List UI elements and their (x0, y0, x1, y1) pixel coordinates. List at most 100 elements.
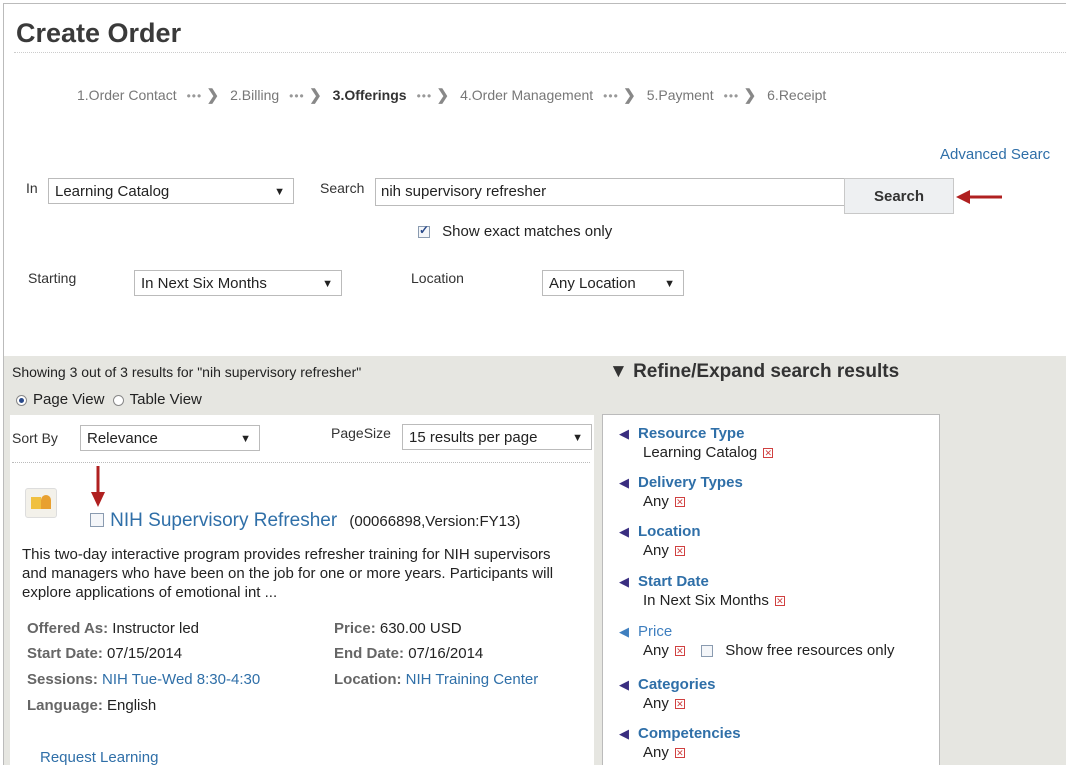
remove-icon[interactable]: ✕ (763, 448, 774, 459)
step-order-contact[interactable]: 1.Order Contact (77, 87, 177, 103)
results-count: Showing 3 out of 3 results for "nih supe… (12, 364, 362, 380)
course-select-checkbox[interactable] (90, 513, 104, 527)
facet-delivery-types-value: Any (643, 493, 669, 510)
red-arrow-icon (91, 466, 105, 507)
language: Language: English (27, 697, 156, 714)
language-value: English (107, 697, 157, 714)
facet-start-date-value: In Next Six Months (643, 592, 769, 609)
location-info-label: Location: (334, 671, 402, 688)
red-arrow-icon (956, 190, 1002, 204)
facet-price-value: Any (643, 642, 669, 659)
remove-icon[interactable]: ✕ (674, 497, 685, 508)
facet-competencies-title[interactable]: Competencies (638, 725, 741, 742)
sort-label: Sort By (12, 430, 58, 446)
search-input[interactable]: nih supervisory refresher (375, 178, 845, 206)
facet-price: ◀ Price Any ✕ Show free resources only (619, 623, 894, 659)
facet-resource-type-value: Learning Catalog (643, 444, 758, 461)
title-divider (14, 52, 1066, 53)
remove-icon[interactable]: ✕ (674, 748, 685, 759)
step-offerings[interactable]: 3.Offerings (333, 87, 407, 103)
price-label: Price: (334, 620, 376, 637)
facet-delivery-types-title[interactable]: Delivery Types (638, 474, 743, 491)
price: Price: 630.00 USD (334, 620, 462, 637)
results-list: Sort By Relevance ▼ PageSize 15 results … (10, 415, 594, 765)
search-button[interactable]: Search (844, 178, 954, 214)
offered-as: Offered As: Instructor led (27, 620, 199, 637)
catalog-select-value: Learning Catalog (55, 183, 170, 200)
offered-as-label: Offered As: (27, 620, 109, 637)
course-title-row: NIH Supervisory Refresher (00066898,Vers… (90, 510, 520, 532)
collapse-triangle-icon[interactable]: ◀ (619, 524, 629, 540)
request-learning-link[interactable]: Request Learning (40, 749, 158, 765)
location-select[interactable]: Any Location ▼ (542, 270, 684, 296)
collapse-triangle-icon[interactable]: ◀ (619, 574, 629, 590)
free-resources-checkbox[interactable] (701, 645, 714, 658)
end-date-label: End Date: (334, 645, 405, 662)
step-billing[interactable]: 2.Billing (230, 87, 279, 103)
step-payment[interactable]: 5.Payment (647, 87, 714, 103)
pagesize-select[interactable]: 15 results per page ▼ (402, 424, 592, 450)
start-date-label: Start Date: (27, 645, 103, 662)
sort-select[interactable]: Relevance ▼ (80, 425, 260, 451)
chevron-down-icon: ▼ (240, 433, 251, 445)
order-steps: 1.Order Contact ••• ❯ 2.Billing ••• ❯ 3.Offe… (77, 86, 826, 104)
remove-icon[interactable]: ✕ (774, 596, 785, 607)
chevron-down-icon: ▼ (322, 278, 333, 290)
location-link[interactable]: NIH Training Center (406, 671, 539, 688)
sessions: Sessions: NIH Tue-Wed 8:30-4:30 (27, 671, 260, 688)
location-select-value: Any Location (549, 275, 636, 292)
collapse-triangle-icon[interactable]: ◀ (619, 726, 629, 742)
exact-matches-checkbox[interactable] (418, 223, 430, 239)
facet-location: ◀ Location Any ✕ (619, 523, 701, 559)
search-label: Search (320, 180, 365, 196)
table-view-label: Table View (129, 391, 202, 408)
starting-select[interactable]: In Next Six Months ▼ (134, 270, 342, 296)
start-date-value: 07/15/2014 (107, 645, 183, 662)
remove-icon[interactable]: ✕ (674, 646, 685, 657)
exact-matches-label: Show exact matches only (442, 223, 613, 240)
collapse-triangle-icon[interactable]: ◀ (619, 624, 629, 640)
collapse-triangle-icon[interactable]: ◀ (619, 677, 629, 693)
facet-competencies-value: Any (643, 744, 669, 761)
refine-title[interactable]: ▼ Refine/Expand search results (609, 361, 899, 383)
chevron-down-icon: ▼ (664, 278, 675, 290)
table-view-radio[interactable] (112, 394, 124, 406)
remove-icon[interactable]: ✕ (674, 699, 685, 710)
end-date-value: 07/16/2014 (408, 645, 484, 662)
sort-divider (12, 462, 590, 463)
collapse-triangle-icon[interactable]: ◀ (619, 475, 629, 491)
sort-select-value: Relevance (87, 430, 158, 447)
start-date: Start Date: 07/15/2014 (27, 645, 182, 662)
remove-icon[interactable]: ✕ (674, 546, 685, 557)
facet-categories-title[interactable]: Categories (638, 676, 716, 693)
facet-start-date-title[interactable]: Start Date (638, 573, 709, 590)
facet-location-title[interactable]: Location (638, 523, 701, 540)
facet-start-date: ◀ Start Date In Next Six Months ✕ (619, 573, 785, 609)
view-toggle: Page View Table View (16, 391, 202, 408)
in-label: In (26, 180, 38, 196)
advanced-search-link[interactable]: Advanced Searc (940, 146, 1050, 163)
chevron-down-icon: ▼ (572, 432, 583, 444)
step-order-management[interactable]: 4.Order Management (460, 87, 593, 103)
facet-resource-type: ◀ Resource Type Learning Catalog ✕ (619, 425, 774, 461)
sessions-link[interactable]: NIH Tue-Wed 8:30-4:30 (102, 671, 260, 688)
exact-matches-row: Show exact matches only (418, 223, 612, 240)
collapse-triangle-icon[interactable]: ◀ (619, 426, 629, 442)
course-code: (00066898,Version:FY13) (349, 513, 521, 530)
offered-as-value: Instructor led (112, 620, 200, 637)
step-separator-icon: ••• ❯ (186, 87, 221, 104)
catalog-select[interactable]: Learning Catalog ▼ (48, 178, 294, 204)
step-receipt[interactable]: 6.Receipt (767, 87, 826, 103)
page-view-radio[interactable] (16, 394, 27, 406)
starting-label: Starting (28, 270, 77, 286)
facet-resource-type-title[interactable]: Resource Type (638, 425, 744, 442)
refine-panel: ◀ Resource Type Learning Catalog ✕ ◀ Delive… (602, 414, 940, 765)
course-title-link[interactable]: NIH Supervisory Refresher (110, 510, 337, 531)
facet-price-title[interactable]: Price (638, 623, 672, 640)
step-separator-icon: ••• ❯ (416, 87, 451, 104)
facet-location-value: Any (643, 542, 669, 559)
free-resources-label: Show free resources only (725, 642, 895, 659)
starting-select-value: In Next Six Months (141, 275, 267, 292)
course-description: This two-day interactive program provide… (22, 546, 554, 601)
create-order-frame: Create Order 1.Order Contact ••• ❯ 2.Billi… (3, 3, 1066, 765)
